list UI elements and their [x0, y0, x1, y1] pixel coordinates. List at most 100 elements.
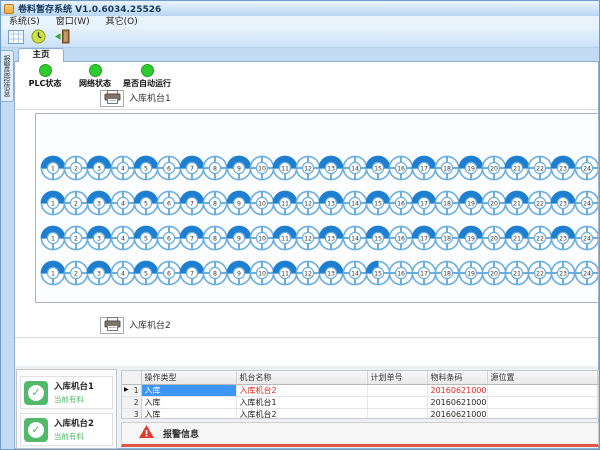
main-content: PLC状态 网络状态 是否自动运行 入库机台1 1 2: [14, 61, 599, 449]
svg-text:24: 24: [583, 200, 591, 207]
calendar-icon: [8, 30, 24, 47]
machine-card-2: ✓ 入库机台2 当前有料: [20, 413, 113, 446]
reel-slot-r3-19: 19: [458, 225, 484, 251]
reel-slot-r3-23: 23: [550, 225, 576, 251]
svg-text:14: 14: [351, 270, 359, 277]
svg-text:9: 9: [237, 165, 241, 172]
reel-slot-r2-4: 4: [110, 190, 136, 216]
reel-slot-r4-1: 1: [40, 260, 66, 286]
status-lamp-icon: [39, 64, 52, 77]
svg-text:22: 22: [536, 165, 544, 172]
svg-text:15: 15: [374, 200, 382, 207]
svg-text:20: 20: [490, 270, 498, 277]
reel-slot-r1-13: 13: [318, 155, 344, 181]
svg-text:14: 14: [351, 165, 359, 172]
table-row-2[interactable]: 2入库入库机台1 201606210001: [122, 397, 598, 409]
reel-slot-r3-22: 22: [527, 225, 553, 251]
reel-slot-r3-11: 11: [272, 225, 298, 251]
machine-card-1: ✓ 入库机台1 当前有料: [20, 376, 113, 409]
reel-slot-r1-14: 14: [342, 155, 368, 181]
reel-slot-r4-14: 14: [342, 260, 368, 286]
reel-slot-r4-9: 9: [226, 260, 252, 286]
table-row-1[interactable]: ▶1入库入库机台2201606210002: [122, 385, 598, 397]
operations-grid: 操作类型机台名称计划单号物料条码源位置▶1入库入库机台2201606210002…: [121, 370, 599, 419]
exit-icon: [54, 29, 70, 47]
cell[interactable]: 入库: [141, 409, 236, 420]
toolbar: [1, 29, 599, 48]
svg-text:7: 7: [190, 270, 194, 277]
cell[interactable]: 入库机台2: [236, 385, 367, 397]
app-icon: [4, 4, 14, 14]
svg-text:12: 12: [304, 200, 312, 207]
tab-home[interactable]: 主页: [18, 48, 64, 62]
column-header-4[interactable]: 源位置: [487, 371, 598, 385]
reel-slot-r4-18: 18: [434, 260, 460, 286]
svg-text:14: 14: [351, 200, 359, 207]
svg-text:2: 2: [74, 270, 78, 277]
column-header-3[interactable]: 物料条码: [427, 371, 487, 385]
cell[interactable]: 201606210001: [427, 397, 487, 409]
reel-slot-r3-17: 17: [411, 225, 437, 251]
status-lamp-icon: [141, 64, 154, 77]
svg-text:10: 10: [258, 200, 266, 207]
reel-slot-r3-7: 7: [179, 225, 205, 251]
svg-text:10: 10: [258, 270, 266, 277]
section-header-machine2: 入库机台2: [15, 314, 598, 338]
svg-text:23: 23: [559, 200, 567, 207]
svg-text:2: 2: [74, 200, 78, 207]
cell[interactable]: [487, 409, 598, 420]
machine-status-panel: ✓ 入库机台1 当前有料 ✓ 入库机台2 当前有料: [16, 369, 117, 449]
cell[interactable]: 入库机台1: [236, 397, 367, 409]
cell[interactable]: [487, 397, 598, 409]
svg-text:8: 8: [213, 235, 217, 242]
reel-slot-r1-10: 10: [249, 155, 275, 181]
reel-slot-r4-4: 4: [110, 260, 136, 286]
reel-slot-r4-22: 22: [527, 260, 553, 286]
warning-icon: !: [138, 424, 155, 443]
calendar-button[interactable]: [5, 30, 26, 47]
svg-text:6: 6: [167, 270, 171, 277]
svg-text:9: 9: [237, 270, 241, 277]
reel-slot-r3-12: 12: [295, 225, 321, 251]
reel-slot-r1-3: 3: [86, 155, 112, 181]
svg-text:12: 12: [304, 165, 312, 172]
svg-text:8: 8: [213, 270, 217, 277]
svg-text:5: 5: [144, 270, 148, 277]
cell[interactable]: [367, 385, 427, 397]
table-row-3[interactable]: 3入库入库机台2 201606210002: [122, 409, 598, 420]
cell[interactable]: 201606210002: [427, 409, 487, 420]
row-number: 3: [122, 409, 141, 420]
print-button-machine2[interactable]: [100, 317, 124, 334]
print-button-machine1[interactable]: [100, 90, 124, 107]
reel-slot-r2-19: 19: [458, 190, 484, 216]
menu-item-2[interactable]: 其它(O): [98, 16, 146, 29]
cell[interactable]: 入库: [141, 385, 236, 397]
reel-slot-r2-18: 18: [434, 190, 460, 216]
svg-text:6: 6: [167, 200, 171, 207]
clock-button[interactable]: [28, 30, 49, 47]
reel-slot-r3-15: 15: [365, 225, 391, 251]
exit-button[interactable]: [51, 30, 72, 47]
reel-slot-r4-7: 7: [179, 260, 205, 286]
reel-slot-r2-5: 5: [133, 190, 159, 216]
column-header-1[interactable]: 机台名称: [236, 371, 367, 385]
reel-slot-r4-20: 20: [481, 260, 507, 286]
menu-item-1[interactable]: 窗口(W): [48, 16, 98, 29]
cell[interactable]: [367, 409, 427, 420]
cell[interactable]: [367, 397, 427, 409]
cell[interactable]: 入库机台2: [236, 409, 367, 420]
column-header-2[interactable]: 计划单号: [367, 371, 427, 385]
cell[interactable]: 201606210002: [427, 385, 487, 397]
row-number: 2: [122, 397, 141, 409]
svg-text:17: 17: [420, 165, 428, 172]
reel-slot-r3-4: 4: [110, 225, 136, 251]
reel-slot-r4-24: 24: [574, 260, 599, 286]
reel-slot-r3-3: 3: [86, 225, 112, 251]
column-header-0[interactable]: 操作类型: [141, 371, 236, 385]
cell[interactable]: 入库: [141, 397, 236, 409]
svg-text:23: 23: [559, 165, 567, 172]
menu-item-0[interactable]: 系统(S): [1, 16, 48, 29]
side-panel-tab[interactable]: 报警监控信息: [1, 50, 14, 102]
svg-text:19: 19: [467, 270, 475, 277]
cell[interactable]: [487, 385, 598, 397]
